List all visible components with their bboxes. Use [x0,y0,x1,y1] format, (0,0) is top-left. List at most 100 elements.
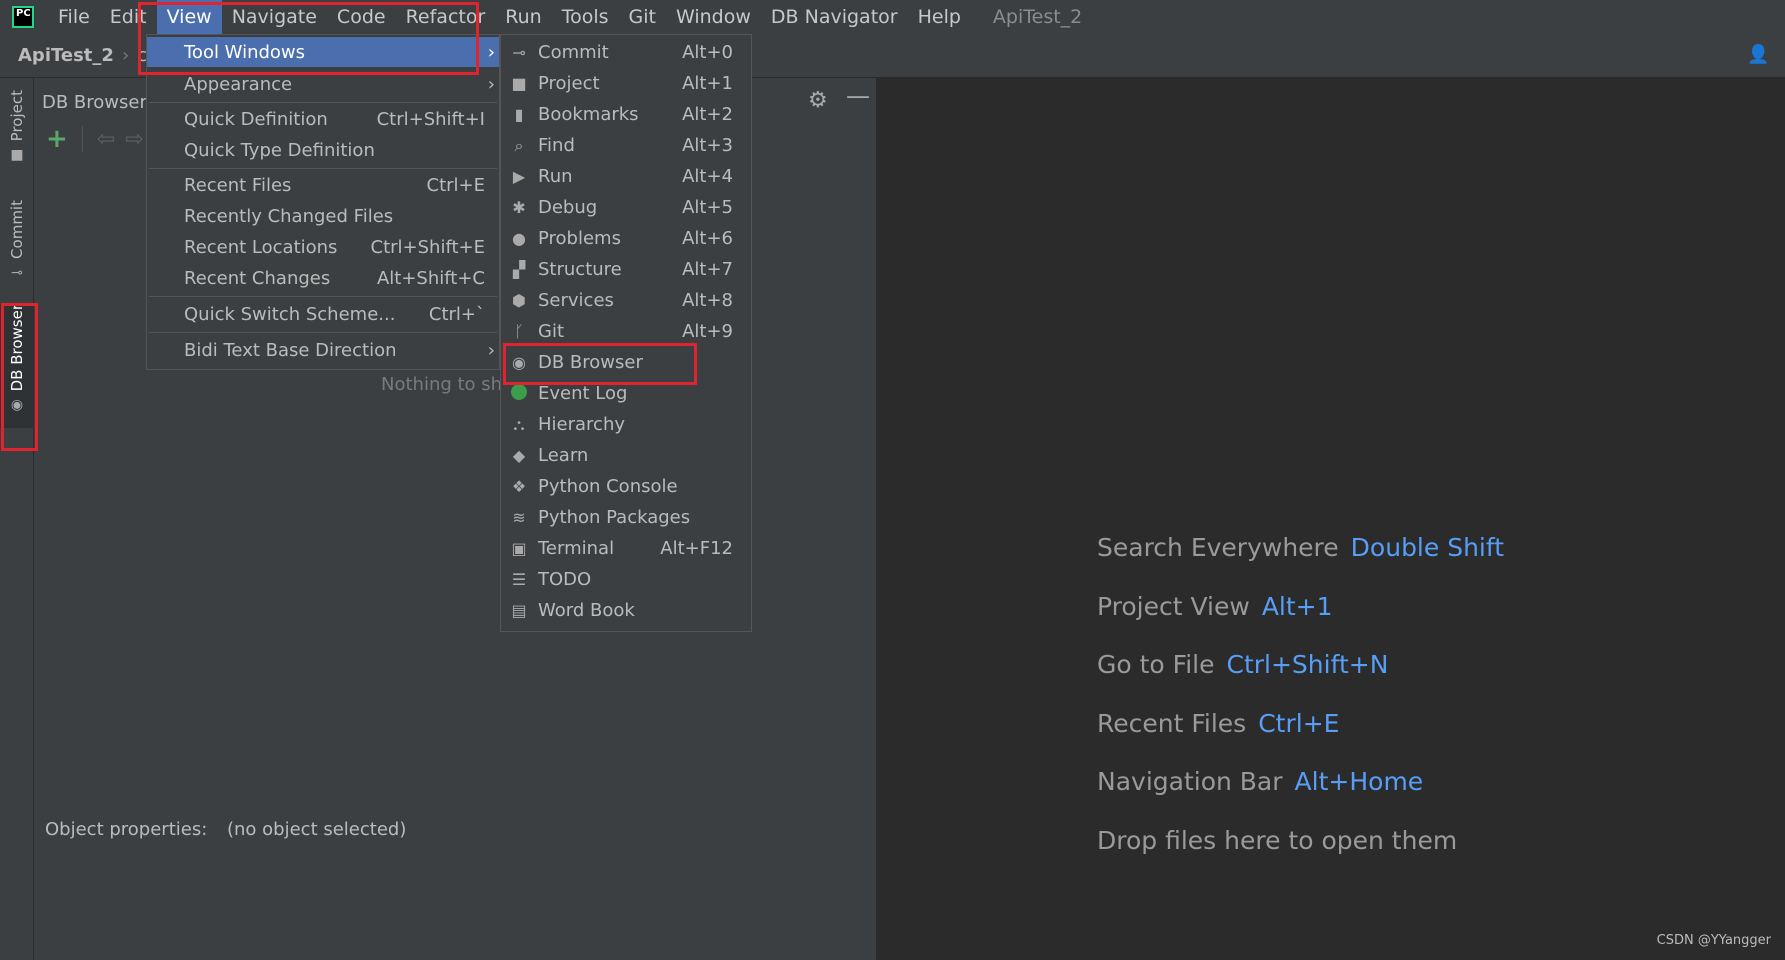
menu-item-quick-definition[interactable]: Quick Definition Ctrl+Shift+I [147,104,499,134]
menu-item-shortcut: Ctrl+E [426,174,485,196]
user-icon[interactable]: 👤 [1747,44,1773,66]
tool-window-git[interactable]: ᚴ Git Alt+9 [501,316,751,347]
menu-tools[interactable]: Tools [552,0,619,34]
forward-icon[interactable]: ⇨ [125,127,143,152]
tool-window-python-packages[interactable]: ≋ Python Packages [501,502,751,533]
packages-icon: ≋ [512,508,526,527]
menu-item-recently-changed-files[interactable]: Recently Changed Files [147,201,499,231]
menu-item-label: Python Console [538,476,678,497]
panel-toolbar: + ⇦ ⇨ [42,124,154,154]
tool-window-commit[interactable]: ⊸ Commit Alt+0 [501,37,751,68]
menu-divider [149,296,497,297]
tool-window-project[interactable]: ■ Project Alt+1 [501,68,751,99]
tool-window-todo[interactable]: ☰ TODO [501,564,751,595]
menu-item-label: Recent Locations [184,236,338,258]
menu-help[interactable]: Help [908,0,971,34]
menu-item-recent-locations[interactable]: Recent Locations Ctrl+Shift+E [147,232,499,262]
commit-icon: ⊸ [11,264,23,281]
tool-window-learn[interactable]: ◆ Learn [501,440,751,471]
tool-window-structure[interactable]: ▞ Structure Alt+7 [501,254,751,285]
menu-item-bidi-text-base-direction[interactable]: Bidi Text Base Direction › [147,335,499,365]
tool-window-python-console[interactable]: ❖ Python Console [501,471,751,502]
menu-item-label: Terminal [538,538,615,559]
tool-window-db-browser[interactable]: ◉ DB Browser [501,347,751,378]
add-connection-icon[interactable]: + [46,124,68,154]
pycharm-logo-icon: PC [12,6,34,28]
menu-item-label: Recent Changes [184,267,331,289]
menu-navigate[interactable]: Navigate [222,0,327,34]
python-icon: ❖ [511,477,527,496]
tool-window-problems[interactable]: ● Problems Alt+6 [501,223,751,254]
menu-refactor[interactable]: Refactor [396,0,496,34]
tool-window-terminal[interactable]: ▣ Terminal Alt+F12 [501,533,751,564]
menu-item-shortcut: Ctrl+` [428,303,485,325]
menu-item-tool-windows[interactable]: Tool Windows › [147,37,499,67]
gear-icon[interactable]: ⚙ [808,88,828,113]
tool-window-word-book[interactable]: ▤ Word Book [501,595,751,626]
tip-label: Go to File [1097,650,1215,679]
menu-window[interactable]: Window [666,0,761,34]
hierarchy-icon: ⛬ [513,414,525,434]
menu-item-label: Bookmarks [538,104,639,125]
menu-item-label: DB Browser [538,352,643,373]
menu-item-label: Commit [538,42,609,63]
menu-edit[interactable]: Edit [100,0,157,34]
tool-window-run[interactable]: ▶ Run Alt+4 [501,161,751,192]
menu-git[interactable]: Git [619,0,666,34]
tool-tab-project[interactable]: Project ■ [0,90,34,174]
menu-item-shortcut: Alt+0 [682,42,733,63]
tool-window-hierarchy[interactable]: ⛬ Hierarchy [501,409,751,440]
menu-divider [149,332,497,333]
menu-view[interactable]: View [156,0,222,34]
menu-item-shortcut: Alt+2 [682,104,733,125]
minimize-icon[interactable]: — [846,82,870,110]
tool-window-event-log[interactable]: Event Log [501,378,751,409]
menu-item-recent-changes[interactable]: Recent Changes Alt+Shift+C [147,263,499,293]
menu-code[interactable]: Code [327,0,396,34]
tip-label: Drop files here to open them [1097,826,1458,855]
menu-item-label: Python Packages [538,507,691,528]
object-properties: Object properties: (no object selected) [45,819,420,840]
tip-shortcut: Ctrl+E [1258,709,1340,738]
tool-window-services[interactable]: ⬢ Services Alt+8 [501,285,751,316]
breadcrumb-project[interactable]: ApiTest_2 [18,45,114,66]
tool-window-bookmarks[interactable]: ▮ Bookmarks Alt+2 [501,99,751,130]
tip-label: Project View [1097,592,1250,621]
left-tool-strip: Project ■ Commit ⊸ DB Browser ◉ [0,78,34,960]
tip-go-to-file: Go to File Ctrl+Shift+N [1097,650,1388,679]
menu-item-label: Recently Changed Files [184,205,394,227]
menu-item-shortcut: Ctrl+Shift+I [376,108,485,130]
commit-icon: ⊸ [512,43,526,62]
menu-item-label: Quick Type Definition [184,139,375,161]
chevron-right-icon: › [121,45,130,66]
tool-window-debug[interactable]: ✱ Debug Alt+5 [501,192,751,223]
menu-item-label: Tool Windows [184,41,306,63]
tip-shortcut: Ctrl+Shift+N [1226,650,1389,679]
empty-state-text: Nothing to sh [381,374,503,395]
word-book-icon: ▤ [511,601,527,620]
menu-item-quick-type-definition[interactable]: Quick Type Definition [147,135,499,165]
menu-run[interactable]: Run [495,0,551,34]
menu-file[interactable]: File [48,0,100,34]
back-icon[interactable]: ⇦ [97,127,115,152]
tool-tab-db-browser[interactable]: DB Browser ◉ [0,304,34,428]
git-branch-icon: ᚴ [514,322,524,341]
menu-item-recent-files[interactable]: Recent Files Ctrl+E [147,170,499,200]
warning-icon: ● [512,229,526,248]
menu-item-label: Event Log [538,383,628,404]
menu-db-navigator[interactable]: DB Navigator [761,0,908,34]
tool-tab-label: DB Browser [8,304,26,392]
menu-item-label: Hierarchy [538,414,626,435]
menu-item-appearance[interactable]: Appearance › [147,69,499,99]
tip-project-view: Project View Alt+1 [1097,592,1333,621]
tool-windows-submenu: ⊸ Commit Alt+0 ■ Project Alt+1 ▮ Bookmar… [500,34,752,632]
window-title: ApiTest_2 [992,6,1083,28]
menu-item-label: Learn [538,445,589,466]
menu-item-quick-switch-scheme[interactable]: Quick Switch Scheme... Ctrl+` [147,299,499,329]
menu-item-label: Git [538,321,565,342]
menu-item-label: Problems [538,228,621,249]
tool-tab-commit[interactable]: Commit ⊸ [0,200,34,292]
tool-window-find[interactable]: ⌕ Find Alt+3 [501,130,751,161]
toolbar-divider [81,126,83,152]
db-browser-icon: ◉ [10,397,24,414]
